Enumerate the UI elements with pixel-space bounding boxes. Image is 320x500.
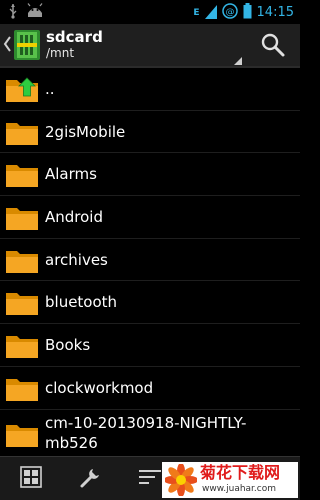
folder-up-icon [5,74,39,104]
file-name: 2gisMobile [45,122,126,141]
list-item-parent[interactable]: .. [0,68,300,111]
battery-icon [243,3,252,23]
folder-icon [5,245,39,275]
status-bar: E @ 14:15 [0,0,300,24]
grid-view-button[interactable] [17,465,45,493]
current-path[interactable]: /mnt [46,46,74,60]
search-icon[interactable] [260,32,286,58]
sort-icon [138,467,162,491]
spinner-icon[interactable] [234,50,242,65]
folder-icon [5,117,39,147]
status-right-icons: E @ 14:15 [193,3,294,23]
grid-view-icon [20,466,42,492]
list-item-folder[interactable]: Android [0,196,300,239]
svg-text:@: @ [225,8,234,18]
folder-icon [5,419,39,449]
android-debug-icon [26,3,44,23]
flower-logo-icon [164,463,198,497]
sort-button[interactable] [136,465,164,493]
clock: 14:15 [256,5,294,20]
file-name: bluetooth [45,293,118,312]
action-bar: sdcard /mnt [0,24,300,68]
folder-icon [5,287,39,317]
signal-icon [204,4,217,23]
file-list: .. 2gisMobile Alarms Android archives bl… [0,68,300,456]
tools-button[interactable] [77,465,105,493]
list-item-folder[interactable]: Alarms [0,153,300,197]
folder-icon [5,330,39,360]
file-name: .. [45,79,55,98]
file-name: clockworkmod [45,378,154,397]
folder-icon [5,373,39,403]
list-item-folder[interactable]: clockworkmod [0,367,300,410]
status-left-icons [8,3,44,23]
back-chevron-icon[interactable] [3,36,11,52]
file-name: Books [45,335,91,354]
list-item-folder[interactable]: cm-10-20130918-NIGHTLY-mb526 [0,410,300,457]
file-name: cm-10-20130918-NIGHTLY-mb526 [45,414,247,452]
tools-icon [79,465,103,493]
folder-icon [5,202,39,232]
file-name: archives [45,250,108,269]
list-item-folder[interactable]: Books [0,324,300,367]
watermark-title: 菊花下载网 [200,463,281,482]
watermark-url: www.juahar.com [202,484,277,494]
app-icon[interactable] [13,29,41,61]
list-item-folder[interactable]: archives [0,239,300,282]
wifi-icon: @ [221,3,238,23]
watermark: 菊花下载网 www.juahar.com [162,462,298,498]
file-name: Android [45,207,103,226]
file-name: Alarms [45,165,97,184]
list-item-folder[interactable]: bluetooth [0,281,300,325]
folder-icon [5,159,39,189]
network-type-label: E [193,8,200,18]
current-storage-title[interactable]: sdcard [46,28,103,46]
usb-icon [8,3,18,23]
list-item-folder[interactable]: 2gisMobile [0,111,300,154]
